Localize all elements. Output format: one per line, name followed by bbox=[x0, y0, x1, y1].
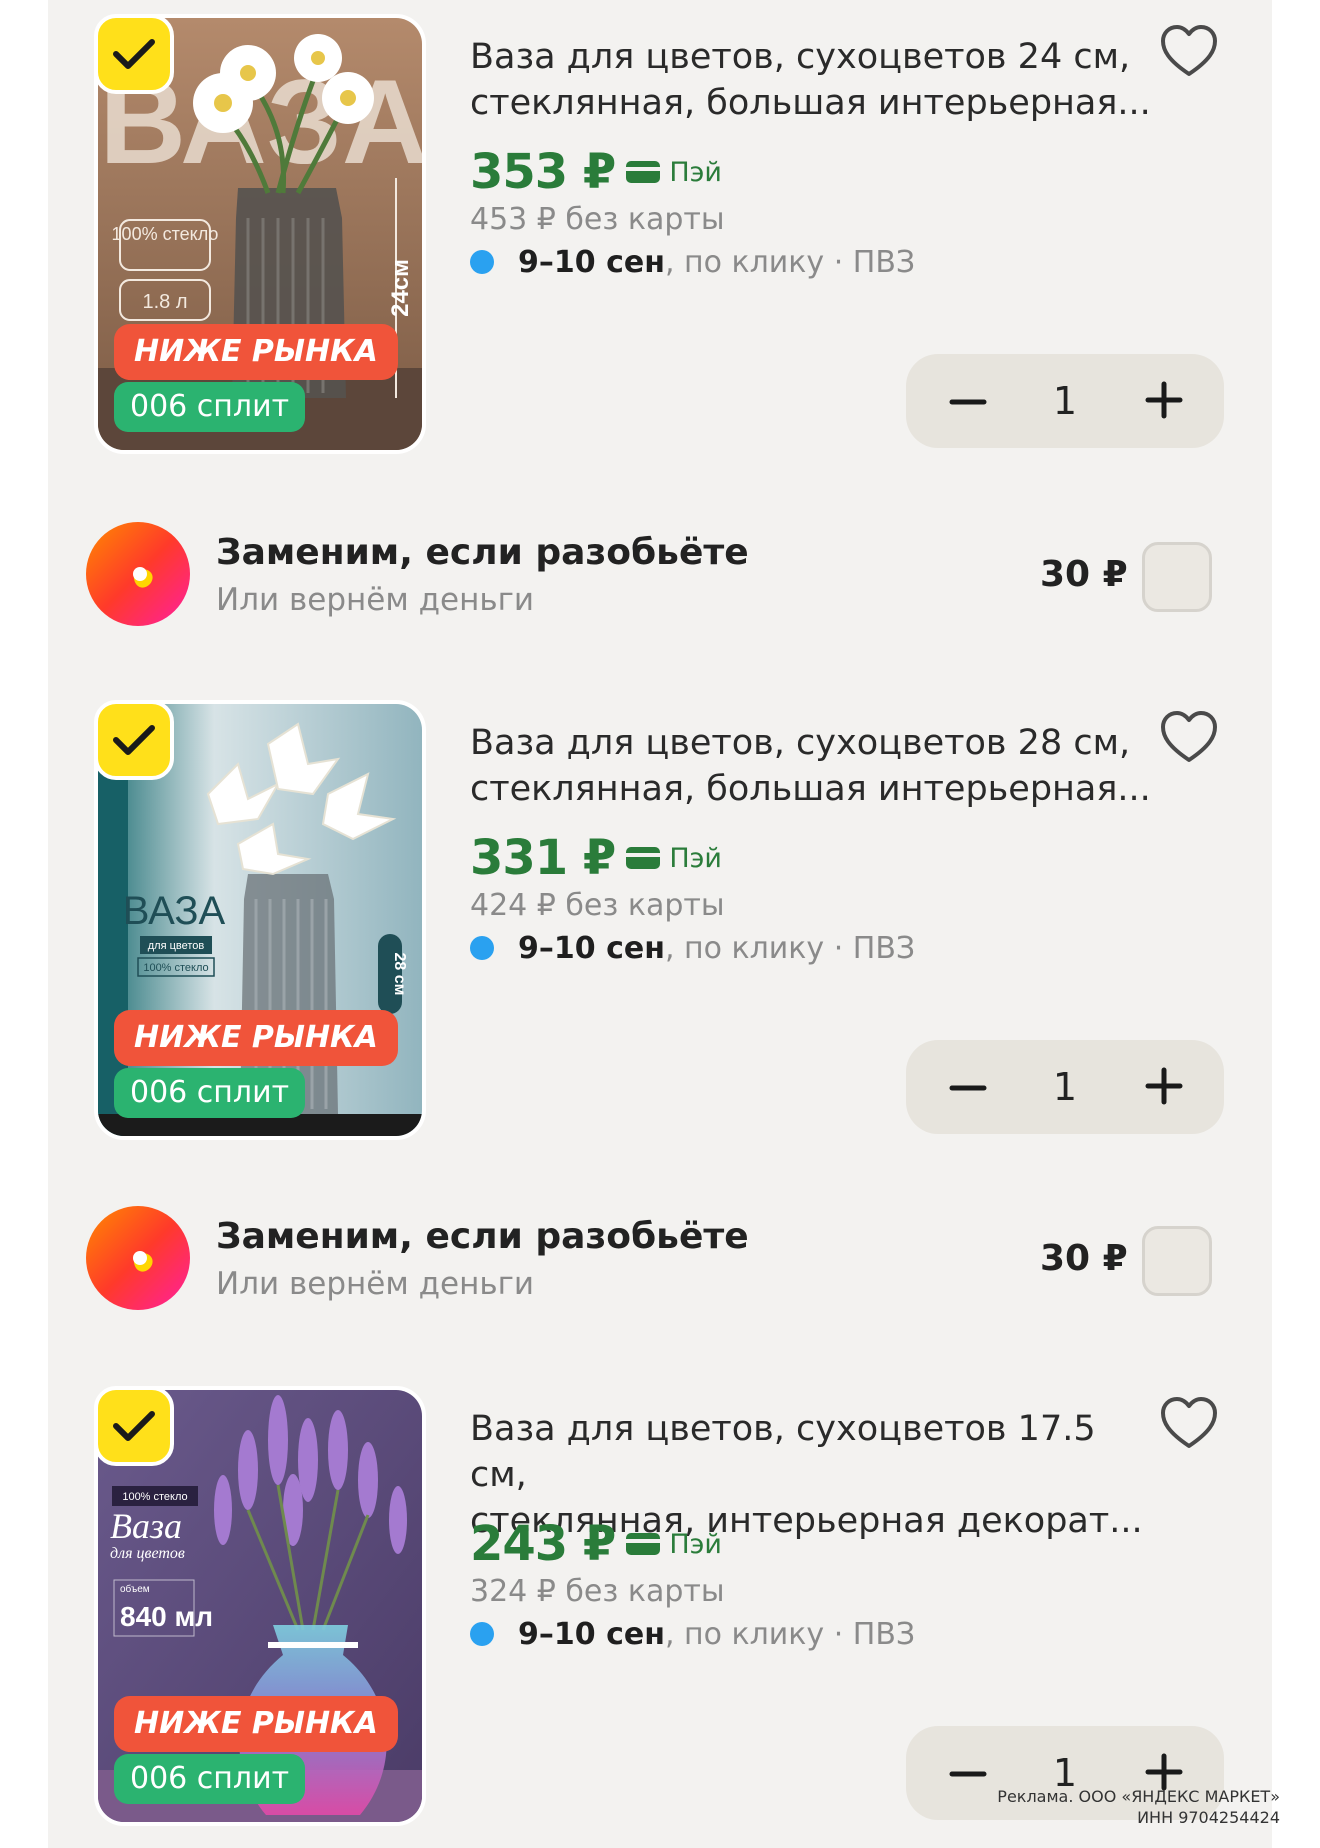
split-badge: 006 сплит bbox=[114, 1754, 306, 1804]
svg-text:Ваза: Ваза bbox=[110, 1506, 182, 1546]
delivery-date: 9–10 сен bbox=[518, 930, 665, 966]
minus-icon[interactable] bbox=[942, 1748, 994, 1800]
check-icon bbox=[113, 39, 155, 69]
cart-item: ВАЗА для цветов 100% стекло 28 см НИЖЕ Р… bbox=[48, 686, 1272, 1146]
select-checkbox[interactable] bbox=[94, 1386, 174, 1466]
delivery-info: 9–10 сен , по клику · ПВЗ bbox=[470, 240, 915, 284]
insurance-option: Заменим, если разобьёте Или вернём деньг… bbox=[48, 1188, 1272, 1328]
insurance-title: Заменим, если разобьёте bbox=[216, 1216, 749, 1257]
svg-text:100% стекло: 100% стекло bbox=[112, 224, 219, 244]
insurance-subtitle: Или вернём деньги bbox=[216, 1266, 535, 1302]
split-badge: 006 сплит bbox=[114, 382, 306, 432]
select-checkbox[interactable] bbox=[94, 700, 174, 780]
svg-text:для цветов: для цветов bbox=[110, 1545, 185, 1562]
svg-text:840 мл: 840 мл bbox=[120, 1601, 213, 1632]
insurance-logo-icon bbox=[86, 1206, 190, 1310]
minus-icon[interactable] bbox=[942, 376, 994, 428]
insurance-title: Заменим, если разобьёте bbox=[216, 532, 749, 573]
cart-item: ВАЗА 100% стекло 1.8 л 24см НИЖЕ РЫНКА 0… bbox=[48, 0, 1272, 460]
svg-text:100% стекло: 100% стекло bbox=[143, 962, 208, 974]
delivery-details: , по клику · ПВЗ bbox=[664, 1616, 916, 1652]
price-row: 353 ₽ Пэй bbox=[470, 142, 722, 202]
delivery-dot-icon bbox=[470, 1622, 494, 1646]
plus-icon[interactable] bbox=[1138, 374, 1190, 426]
heart-icon[interactable] bbox=[1160, 710, 1218, 764]
delivery-info: 9–10 сен , по клику · ПВЗ bbox=[470, 1612, 915, 1656]
ad-line-company: Реклама. ООО «ЯНДЕКС МАРКЕТ» bbox=[997, 1787, 1280, 1806]
insurance-price: 30 ₽ bbox=[1040, 554, 1128, 595]
old-price: 324 ₽ без карты bbox=[470, 1574, 725, 1609]
svg-text:24см: 24см bbox=[387, 259, 414, 317]
insurance-checkbox[interactable] bbox=[1142, 1226, 1212, 1296]
below-market-badge: НИЖЕ РЫНКА bbox=[114, 1696, 398, 1752]
check-icon bbox=[113, 1411, 155, 1441]
insurance-price: 30 ₽ bbox=[1040, 1238, 1128, 1279]
pay-label: Пэй bbox=[669, 156, 722, 188]
heart-icon[interactable] bbox=[1160, 24, 1218, 78]
pay-label: Пэй bbox=[669, 842, 722, 874]
price: 243 ₽ bbox=[470, 1516, 616, 1572]
svg-text:28 см: 28 см bbox=[391, 953, 408, 996]
ad-line-inn: ИНН 9704254424 bbox=[1137, 1808, 1280, 1827]
minus-icon[interactable] bbox=[942, 1062, 994, 1114]
delivery-date: 9–10 сен bbox=[518, 244, 665, 280]
split-badge: 006 сплит bbox=[114, 1068, 306, 1118]
price: 353 ₽ bbox=[470, 144, 616, 200]
cart-list: ВАЗА 100% стекло 1.8 л 24см НИЖЕ РЫНКА 0… bbox=[48, 0, 1272, 1848]
card-icon bbox=[626, 161, 661, 183]
ad-disclaimer: Реклама. ООО «ЯНДЕКС МАРКЕТ» ИНН 9704254… bbox=[997, 1786, 1280, 1828]
svg-text:ВАЗА: ВАЗА bbox=[123, 889, 226, 933]
price: 331 ₽ bbox=[470, 830, 616, 886]
delivery-date: 9–10 сен bbox=[518, 1616, 665, 1652]
card-icon bbox=[626, 1533, 661, 1555]
select-checkbox[interactable] bbox=[94, 14, 174, 94]
below-market-badge: НИЖЕ РЫНКА bbox=[114, 324, 398, 380]
insurance-subtitle: Или вернём деньги bbox=[216, 582, 535, 618]
insurance-option: Заменим, если разобьёте Или вернём деньг… bbox=[48, 504, 1272, 644]
svg-text:100% стекло: 100% стекло bbox=[122, 1491, 187, 1503]
check-icon bbox=[113, 725, 155, 755]
delivery-dot-icon bbox=[470, 936, 494, 960]
price-row: 243 ₽ Пэй bbox=[470, 1514, 722, 1574]
product-title[interactable]: Ваза для цветов, сухоцветов 24 см, стекл… bbox=[470, 34, 1160, 126]
product-title[interactable]: Ваза для цветов, сухоцветов 28 см, стекл… bbox=[470, 720, 1160, 812]
quantity-value: 1 bbox=[1052, 379, 1078, 423]
svg-text:для цветов: для цветов bbox=[148, 940, 205, 952]
insurance-checkbox[interactable] bbox=[1142, 542, 1212, 612]
quantity-stepper: 1 bbox=[906, 354, 1224, 448]
insurance-logo-icon bbox=[86, 522, 190, 626]
delivery-details: , по клику · ПВЗ bbox=[664, 930, 916, 966]
svg-text:объем: объем bbox=[120, 1583, 150, 1595]
delivery-dot-icon bbox=[470, 250, 494, 274]
delivery-details: , по клику · ПВЗ bbox=[664, 244, 916, 280]
plus-icon[interactable] bbox=[1138, 1060, 1190, 1112]
svg-text:1.8 л: 1.8 л bbox=[142, 291, 187, 313]
quantity-value: 1 bbox=[1052, 1065, 1078, 1109]
below-market-badge: НИЖЕ РЫНКА bbox=[114, 1010, 398, 1066]
pay-label: Пэй bbox=[669, 1528, 722, 1560]
card-icon bbox=[626, 847, 661, 869]
cart-item: 100% стекло Ваза для цветов объем 840 мл… bbox=[48, 1372, 1272, 1832]
old-price: 453 ₽ без карты bbox=[470, 202, 725, 237]
quantity-stepper: 1 bbox=[906, 1040, 1224, 1134]
old-price: 424 ₽ без карты bbox=[470, 888, 725, 923]
price-row: 331 ₽ Пэй bbox=[470, 828, 722, 888]
delivery-info: 9–10 сен , по клику · ПВЗ bbox=[470, 926, 915, 970]
heart-icon[interactable] bbox=[1160, 1396, 1218, 1450]
